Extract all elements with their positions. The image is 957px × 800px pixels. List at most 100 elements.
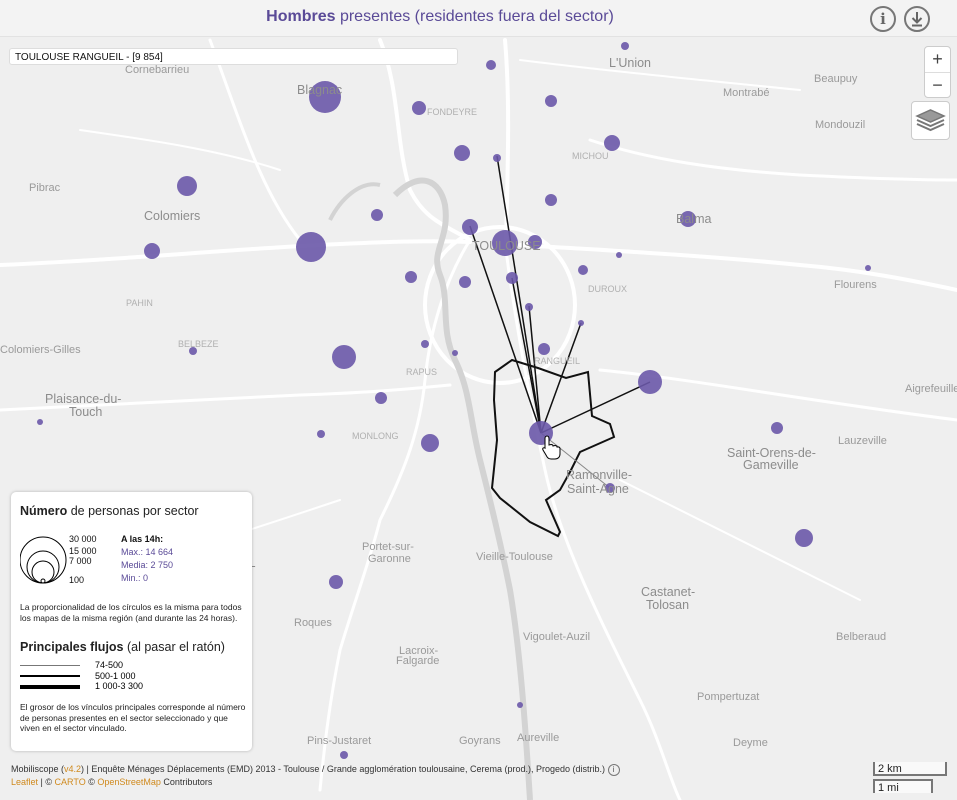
sector-bubble[interactable] [37,419,43,425]
sector-bubble[interactable] [412,101,426,115]
sector-bubble[interactable] [621,42,629,50]
attribution-text: Mobiliscope ( [11,764,65,774]
sector-bubble[interactable] [795,529,813,547]
sector-bubble[interactable] [538,343,550,355]
place-label: Touch [69,405,103,419]
place-label: MONLONG [352,431,399,441]
flow-label: 1 000-3 300 [95,681,144,691]
layers-button[interactable] [911,101,950,140]
sector-bubble[interactable] [545,194,557,206]
place-label: Gameville [743,458,799,472]
sector-label-box: TOULOUSE RANGUEIL - [9 854] [9,48,458,65]
flow-label: 74-500 [95,660,124,670]
place-label: Pins-Justaret [307,735,372,747]
place-label: Ramonville- [566,468,632,482]
zoom-in-button[interactable]: + [925,47,950,72]
sector-bubble[interactable] [405,271,417,283]
leaflet-link[interactable]: Leaflet [11,777,38,787]
attribution-line-1: Mobiliscope (v4.2) | Enquête Ménages Dép… [11,763,661,776]
sector-bubble[interactable] [454,145,470,161]
place-label: Garonne [368,553,411,565]
legend-circles [20,536,67,584]
place-label: Balma [676,212,712,226]
sector-bubble[interactable] [317,430,325,438]
sector-bubble[interactable] [421,434,439,452]
sector-bubble[interactable] [545,95,557,107]
sector-bubble[interactable] [459,276,471,288]
flow-line-medium [20,675,80,677]
sector-bubble[interactable] [604,135,620,151]
sector-bubble[interactable] [329,575,343,589]
place-label: Vigoulet-Auzil [523,631,591,643]
scale-bar: 2 km 1 mi [873,762,947,794]
zoom-out-button[interactable]: − [925,72,950,98]
sector-bubble[interactable] [486,60,496,70]
sector-bubble[interactable] [452,350,458,356]
scale-km: 2 km [873,762,947,776]
sector-bubble[interactable] [525,303,533,311]
place-label: Beaupuy [814,73,858,85]
info-small-icon[interactable]: i [607,764,620,776]
sector-bubble[interactable] [638,370,662,394]
sector-bubble[interactable] [517,702,523,708]
sector-bubble[interactable] [144,243,160,259]
attribution-sep: | © [38,777,55,787]
carto-link[interactable]: CARTO [55,777,86,787]
place-label: Belberaud [836,631,887,643]
attribution-text: Contributors [160,777,213,787]
place-label: Montrabé [723,87,770,99]
scale-mi: 1 mi [873,779,933,794]
sector-bubble[interactable] [332,345,356,369]
place-label: DUROUX [588,284,628,294]
osm-link[interactable]: OpenStreetMap [97,777,161,787]
place-label: Deyme [733,737,768,749]
flow-line-thick [20,685,80,689]
place-label: Vieille-Toulouse [476,551,553,563]
attribution-text: ) | Enquête Ménages Déplacements (EMD) 2… [81,764,605,774]
sector-bubble[interactable] [493,154,501,162]
legend-circle-label: 30 000 [69,534,97,544]
legend-circle-label: 7 000 [69,556,92,566]
legend-max: Max.: 14 664 [121,547,174,557]
sector-bubble[interactable] [375,392,387,404]
place-label: Goyrans [459,735,501,747]
sector-bubble[interactable] [340,751,348,759]
place-label: Castanet- [641,585,696,599]
attribution: Mobiliscope (v4.2) | Enquête Ménages Dép… [11,763,661,791]
download-icon[interactable] [904,6,930,32]
title-rest: presentes (residentes fuera del sector) [335,8,614,25]
sector-bubble[interactable] [371,209,383,221]
sector-bubble[interactable] [865,265,871,271]
title-bold: Hombres [266,8,336,25]
place-label: Aureville [517,732,560,744]
place-label: PAHIN [126,298,153,308]
sector-bubble[interactable] [771,422,783,434]
pointer-hand-icon [542,435,561,460]
place-label: RAPUS [406,367,438,377]
sector-bubble[interactable] [296,232,326,262]
sector-bubble[interactable] [506,272,518,284]
sector-bubble[interactable] [578,320,584,326]
header-bar: Hombres presentes (residentes fuera del … [0,0,957,37]
legend-mean: Media: 2 750 [121,560,174,570]
legend-note-flows: El grosor de los vínculos principales co… [20,702,246,733]
sector-bubble[interactable] [177,176,197,196]
attribution-line-2: Leaflet | © CARTO © OpenStreetMap Contri… [11,776,661,788]
place-label: TOULOUSE [472,239,541,253]
version-link[interactable]: v4.2 [64,764,81,774]
sector-bubble[interactable] [462,219,478,235]
sector-bubble[interactable] [421,340,429,348]
flow-label: 500-1 000 [95,671,136,681]
attribution-sep: © [85,777,98,787]
place-label: BELBEZE [178,339,219,349]
sector-bubble[interactable] [578,265,588,275]
sector-bubble[interactable] [616,252,622,258]
place-label: MICHOU [572,151,609,161]
info-icon[interactable]: i [870,6,896,32]
legend-circle-label: 100 [69,575,85,585]
page-title: Hombres presentes (residentes fuera del … [0,8,880,26]
place-label: Falgarde [396,655,440,667]
sector-label: TOULOUSE RANGUEIL - [9 854] [15,52,163,63]
place-label: L'Union [609,56,651,70]
place-label: FONDEYRE [427,107,478,117]
